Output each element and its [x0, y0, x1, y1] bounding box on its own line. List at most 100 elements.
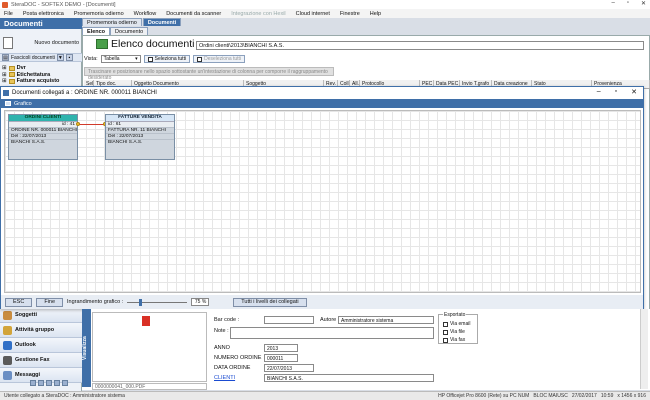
group-by-bar[interactable]: Trascinare e posizionare nello spazio so… [84, 67, 334, 81]
esc-button[interactable]: ESC [5, 297, 33, 307]
menu-file[interactable]: File [0, 11, 19, 17]
people-icon [3, 310, 12, 320]
left-panel-header: Documenti [0, 18, 82, 29]
slider-track [127, 301, 188, 303]
fine-button[interactable]: Fine [36, 297, 64, 307]
select-all-button[interactable]: Seleziona tutti [143, 55, 191, 63]
minimize-icon[interactable]: – [611, 0, 614, 7]
numero-field[interactable]: 000011 [264, 354, 298, 362]
toolbar-icon[interactable] [30, 380, 36, 386]
group-icon [3, 325, 12, 335]
tree-item[interactable]: ⊞ Fatture acquisto [2, 78, 59, 85]
checkbox-icon [443, 321, 448, 327]
all-levels-button[interactable]: Tutti i livelli dei collegati [233, 297, 307, 307]
view-select[interactable]: Tabella ▾ [100, 55, 141, 63]
status-res: x 1456 x 916 [617, 393, 646, 399]
menu-scanner[interactable]: Documenti da scanner [162, 11, 227, 17]
visualizza-strip[interactable]: Visualizza [82, 309, 91, 387]
tab-documento[interactable]: Documento [110, 27, 149, 35]
document-tabs: Promemoria odierno Documenti [82, 18, 182, 26]
maximize-icon[interactable]: ▫ [615, 88, 617, 96]
data-field[interactable]: 22/07/2013 [264, 364, 314, 372]
node-line: BIANCHI S.A.S. [9, 139, 77, 145]
checkbox-icon [443, 329, 448, 335]
folder-tree: ⊞ Dvr ⊞ Etichettatura ⊞ Fatture acquisto [2, 65, 59, 85]
anno-label: ANNO [214, 345, 230, 351]
context-path-field: Ordini clienti\2013\BIANCHI S.A.S. [196, 41, 644, 50]
dialog-title: Documenti collegati a : ORDINE NR. 00001… [12, 89, 157, 96]
window-titlebar: SteraDOC - SOFTEX DEMO - [Documenti] [0, 0, 650, 9]
menu-help[interactable]: Help [366, 11, 387, 17]
inner-tabs: Elenco Documento [82, 27, 149, 35]
nav-soggetti[interactable]: Soggetti [0, 308, 82, 323]
dialog-window-controls: – ▫ ✕ [597, 88, 637, 96]
tab-elenco[interactable]: Elenco [82, 27, 111, 35]
zoom-label: Ingrandimento grafico : [67, 299, 124, 305]
tab-promemoria[interactable]: Promemoria odierno [82, 18, 142, 26]
zoom-value: 75 % [191, 298, 210, 306]
numero-label: NUMERO ORDINE [214, 355, 262, 361]
zoom-slider[interactable] [127, 298, 188, 307]
deselect-all-button[interactable]: Deseleziona tutti [193, 55, 246, 63]
graph-node-fatture[interactable]: FATTURE VENDITA id : 61 FATTURA NR. 11 B… [105, 114, 175, 160]
folder-icon[interactable]: ▤ [2, 54, 9, 61]
graph-canvas[interactable]: ORDINI CLIENTI id : 41 ORDINE NR. 000011… [4, 110, 641, 293]
chevron-down-icon: ▾ [135, 56, 138, 62]
tab-documenti[interactable]: Documenti [142, 18, 182, 26]
autore-label: Autore : [320, 317, 340, 323]
toolbar-icon[interactable] [38, 380, 44, 386]
export-title: Esportato [443, 312, 467, 318]
export-email-checkbox[interactable]: Via email [443, 321, 470, 327]
maximize-icon[interactable]: ▫ [627, 0, 629, 7]
file-name: 0000000041_000.PDF [92, 383, 207, 390]
vista-label: Vista: [84, 56, 98, 62]
expand-icon[interactable]: ⊞ [2, 78, 7, 85]
status-right: HP Officejet Pro 8600 (Rete) su PC NUM B… [438, 393, 646, 399]
export-fax-checkbox[interactable]: Via fax [443, 337, 465, 343]
menu-workflow[interactable]: Workflow [130, 11, 163, 17]
checkbox-icon [443, 337, 448, 343]
toolbar-icon[interactable] [46, 380, 52, 386]
menu-posta[interactable]: Posta elettronica [19, 11, 70, 17]
toolbar-icon[interactable] [54, 380, 60, 386]
note-label: Note : [214, 328, 229, 334]
fax-icon [3, 355, 12, 365]
new-document-label: Nuovo documento [34, 40, 79, 46]
export-file-checkbox[interactable]: Via file [443, 329, 465, 335]
detail-scrollbar[interactable] [640, 309, 648, 389]
close-icon[interactable]: ✕ [641, 0, 646, 7]
status-date: 27/02/2017 [571, 393, 597, 399]
nav-attivita[interactable]: Attività gruppo [0, 323, 82, 338]
note-field[interactable] [230, 327, 434, 339]
window-controls: – ▫ ✕ [611, 0, 646, 7]
slider-thumb[interactable] [139, 298, 143, 306]
dialog-footer: ESC Fine Ingrandimento grafico : 75 % Tu… [1, 295, 643, 309]
folder-icon [8, 78, 15, 84]
close-icon[interactable]: ✕ [631, 88, 637, 96]
minimize-icon[interactable]: – [597, 88, 601, 96]
nav-fax[interactable]: Gestione Fax [0, 353, 82, 368]
filter-icon[interactable]: ▼ [56, 54, 64, 61]
anno-field[interactable]: 2013 [264, 344, 298, 352]
pin-icon[interactable]: ▪ [65, 54, 73, 61]
menu-hexil[interactable]: Integrazione con Hexil [227, 11, 291, 17]
left-nav: Soggetti Attività gruppo Outlook Gestion… [0, 308, 82, 383]
tab-grafico[interactable]: Grafico [1, 99, 643, 108]
toolbar-icon[interactable] [62, 380, 68, 386]
new-document-button[interactable]: Nuovo documento [3, 35, 79, 51]
status-user: Utente collegato a SteraDOC : Amministra… [4, 393, 125, 399]
menu-finestre[interactable]: Finestre [336, 11, 366, 17]
graph-node-ordini[interactable]: ORDINI CLIENTI id : 41 ORDINE NR. 000011… [8, 114, 78, 160]
export-group: Esportato Via email Via file Via fax [438, 312, 478, 344]
window-title: SteraDOC - SOFTEX DEMO - [Documenti] [11, 1, 116, 8]
link-icon [3, 89, 9, 96]
clienti-field[interactable]: BIANCHI S.A.S. [264, 374, 434, 382]
clienti-link[interactable]: CLIENTI [214, 375, 235, 381]
folder-icon [8, 72, 15, 78]
menu-cloud[interactable]: Cloud internet [292, 11, 336, 17]
autore-field[interactable]: Amministratore sistema [338, 316, 434, 324]
new-document-icon [3, 37, 13, 49]
nav-outlook[interactable]: Outlook [0, 338, 82, 353]
barcode-field[interactable] [264, 316, 314, 324]
menu-promemoria[interactable]: Promemoria odierno [70, 11, 130, 17]
